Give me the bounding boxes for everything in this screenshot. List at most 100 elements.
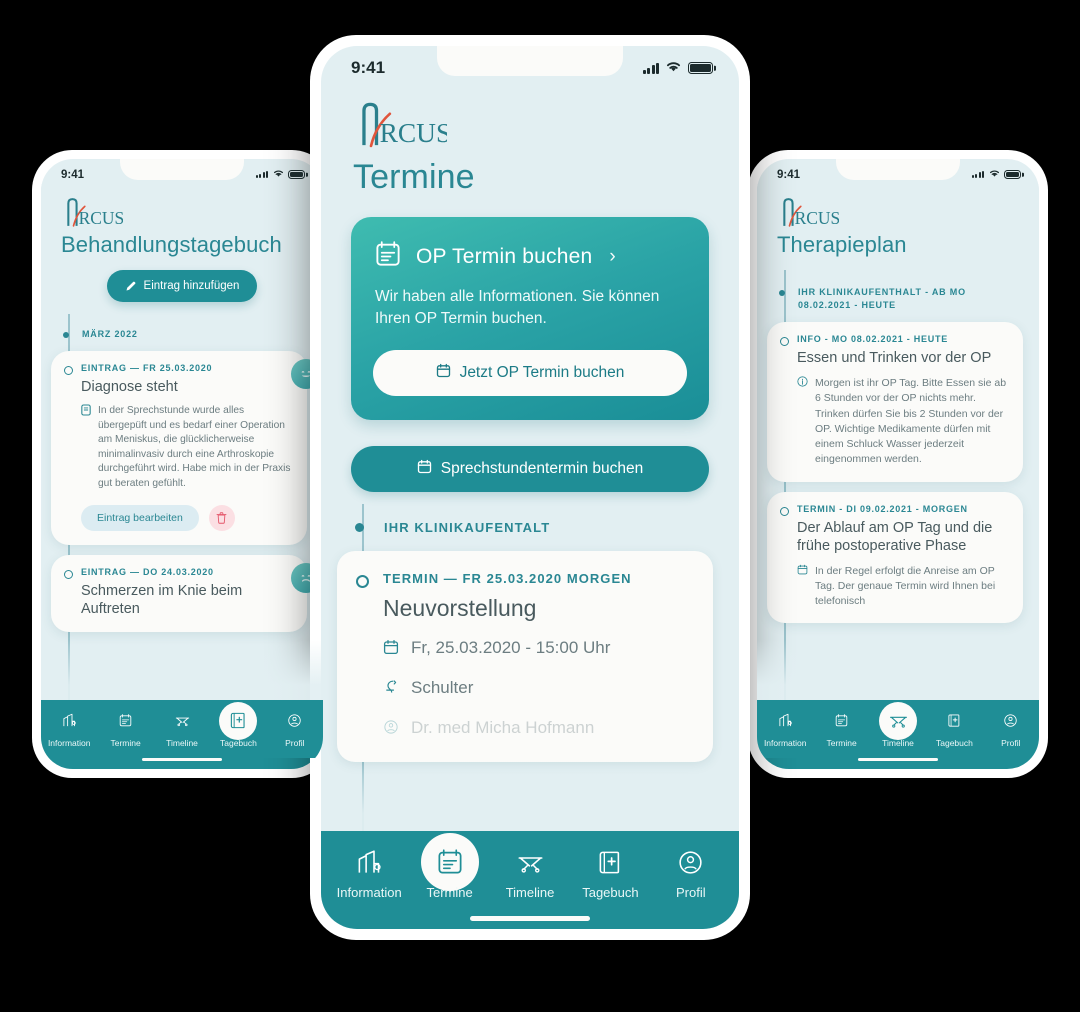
nav-label: Information xyxy=(47,737,91,748)
section-label: IHR KLINIKAUFENTALT xyxy=(384,520,551,535)
therapy-timeline: IHR KLINIKAUFENTHALT - AB MO 08.02.2021 … xyxy=(757,270,1039,700)
timeline-ring xyxy=(780,506,789,516)
edit-entry-button[interactable]: Eintrag bearbeiten xyxy=(81,505,199,532)
card-text-row: In der Regel erfolgt die Anreise am OP T… xyxy=(797,564,1009,610)
timeline-ring xyxy=(780,337,789,347)
entry-kicker: EINTRAG — DO 24.03.2020 xyxy=(81,567,214,578)
status-time: 9:41 xyxy=(351,58,386,77)
nav-label: Information xyxy=(763,737,807,748)
battery-icon xyxy=(688,62,713,74)
card-title: Essen und Trinken vor der OP xyxy=(797,350,992,367)
bottom-navigation: Information Termine Timeline Tagebuch Pr… xyxy=(41,699,323,758)
book-op-appointment-button[interactable]: Jetzt OP Termin buchen xyxy=(373,350,687,396)
content-middle: RCUS Termine OP Termin buchen › Wir habe… xyxy=(321,82,739,831)
entry-kicker: EINTRAG — FR 25.03.2020 xyxy=(81,363,213,374)
nav-label: Profil xyxy=(285,737,305,748)
nav-item-information[interactable]: Information xyxy=(41,710,97,748)
book-consultation-button[interactable]: Sprechstundentermin buchen xyxy=(351,446,709,492)
arcus-logo: RCUS xyxy=(783,198,839,228)
page-title: Therapieplan xyxy=(777,232,907,257)
appointment-bodypart: Schulter xyxy=(411,678,474,697)
status-time: 9:41 xyxy=(777,168,801,181)
book-consultation-label: Sprechstundentermin buchen xyxy=(440,460,644,477)
therapy-appointment-card[interactable]: TERMIN - DI 09.02.2021 - MORGEN Der Abla… xyxy=(767,491,1023,624)
shoulder-icon xyxy=(383,679,399,695)
nav-label: Tagebuch xyxy=(219,737,257,748)
nav-item-tagebuch[interactable]: Tagebuch xyxy=(210,701,266,748)
screen-right: 9:41 RCUS Therapieplan IHR KLINIKAUFENTH… xyxy=(757,159,1039,769)
card-kicker: INFO - MO 08.02.2021 - HEUTE xyxy=(797,334,949,345)
nav-label: Timeline xyxy=(505,885,555,900)
add-entry-button[interactable]: Eintrag hinzufügen xyxy=(106,270,258,302)
card-text: Morgen ist ihr OP Tag. Bitte Essen sie a… xyxy=(815,377,1007,466)
nav-item-timeline[interactable]: Timeline xyxy=(870,701,926,748)
nav-label: Profil xyxy=(1001,737,1021,748)
calendar-icon xyxy=(797,564,808,575)
calendar-icon xyxy=(383,639,399,655)
op-card-header: OP Termin buchen › xyxy=(373,239,687,274)
user-circle-icon xyxy=(674,845,708,879)
entry-title: Diagnose steht xyxy=(81,379,178,396)
nav-item-timeline[interactable]: Timeline xyxy=(490,845,570,900)
book-medical-icon xyxy=(943,710,965,732)
nav-item-termine[interactable]: Termine xyxy=(409,833,489,900)
entry-text-row: In der Sprechstunde wurde alles übergepü… xyxy=(81,404,293,491)
card-text-row: Morgen ist ihr OP Tag. Bitte Essen sie a… xyxy=(797,376,1009,467)
nav-item-timeline[interactable]: Timeline xyxy=(154,710,210,748)
nav-item-information[interactable]: Information xyxy=(757,710,813,748)
op-booking-card[interactable]: OP Termin buchen › Wir haben alle Inform… xyxy=(351,217,709,420)
clipboard-icon xyxy=(831,710,853,732)
nav-item-termine[interactable]: Termine xyxy=(813,710,869,748)
diary-entry-card[interactable]: EINTRAG — DO 24.03.2020 Schmerzen im Kni… xyxy=(51,555,321,633)
user-circle-icon xyxy=(383,719,399,735)
arcus-logo: RCUS xyxy=(67,198,123,228)
nav-label: Termine xyxy=(426,885,473,900)
note-icon xyxy=(81,404,91,491)
timeline-dot xyxy=(355,523,364,532)
card-title: Der Ablauf am OP Tag und die frühe posto… xyxy=(797,519,993,554)
clipboard-icon xyxy=(373,239,403,274)
nav-item-information[interactable]: Information xyxy=(329,845,409,900)
section-label: IHR KLINIKAUFENTHALT - AB MO 08.02.2021 … xyxy=(798,287,966,311)
home-indicator xyxy=(41,757,323,769)
appointment-kicker: TERMIN — FR 25.03.2020 MORGEN xyxy=(383,571,632,586)
screen-middle: 9:41 RCUS Termine OP Termin buchen › Wir… xyxy=(321,46,739,929)
stretcher-icon xyxy=(879,701,918,740)
stretcher-icon xyxy=(513,845,547,879)
therapy-info-card[interactable]: INFO - MO 08.02.2021 - HEUTE Essen und T… xyxy=(767,322,1023,482)
pencil-icon xyxy=(126,281,135,291)
op-card-heading: OP Termin buchen xyxy=(416,244,593,268)
battery-icon xyxy=(288,170,305,179)
nav-item-termine[interactable]: Termine xyxy=(97,710,153,748)
bottom-navigation: Information Termine Timeline Tagebuch Pr… xyxy=(321,831,739,916)
chevron-right-icon: › xyxy=(609,245,616,267)
appointment-card[interactable]: TERMIN — FR 25.03.2020 MORGEN Neuvorstel… xyxy=(337,551,713,762)
nav-item-profil[interactable]: Profil xyxy=(983,710,1039,748)
signal-icon xyxy=(971,170,984,179)
nav-label: Timeline xyxy=(166,737,198,748)
card-kicker: TERMIN - DI 09.02.2021 - MORGEN xyxy=(797,503,968,514)
user-circle-icon xyxy=(284,710,306,732)
book-op-label: Jetzt OP Termin buchen xyxy=(459,364,625,381)
nav-item-tagebuch[interactable]: Tagebuch xyxy=(926,710,982,748)
diary-entry-card[interactable]: EINTRAG — FR 25.03.2020 Diagnose steht I… xyxy=(51,351,321,546)
appointment-bodypart-row: Schulter xyxy=(383,678,691,698)
phone-right-therapieplan: 9:41 RCUS Therapieplan IHR KLINIKAUFENTH… xyxy=(748,150,1048,778)
status-time: 9:41 xyxy=(61,168,85,181)
svg-text:RCUS: RCUS xyxy=(795,208,839,228)
nav-item-tagebuch[interactable]: Tagebuch xyxy=(570,845,650,900)
user-circle-icon xyxy=(1000,710,1022,732)
arcus-logo: RCUS xyxy=(362,102,447,148)
entry-actions: Eintrag bearbeiten xyxy=(81,505,293,532)
timeline-dot xyxy=(63,331,69,338)
signal-icon xyxy=(255,170,268,179)
calendar-icon xyxy=(436,363,451,383)
delete-entry-button[interactable] xyxy=(208,505,235,532)
building-icon xyxy=(58,710,80,732)
nav-item-profil[interactable]: Profil xyxy=(267,710,323,748)
appointment-date: Fr, 25.03.2020 - 15:00 Uhr xyxy=(411,638,611,657)
appointment-title: Neuvorstellung xyxy=(383,595,537,621)
building-icon xyxy=(352,845,386,879)
appointment-date-row: Fr, 25.03.2020 - 15:00 Uhr xyxy=(383,638,691,658)
nav-item-profil[interactable]: Profil xyxy=(651,845,731,900)
